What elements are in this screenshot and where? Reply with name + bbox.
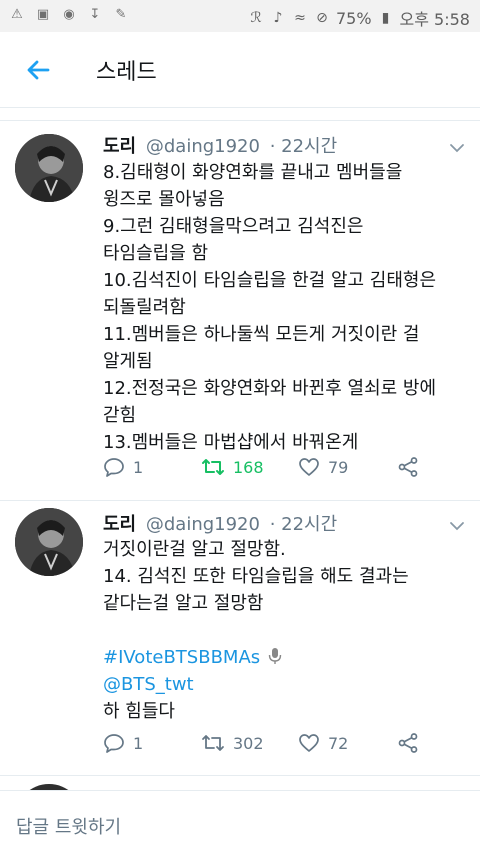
tweet-line: 갇힘: [103, 405, 137, 426]
tweet-line: 11.멤버들은 하나둘씩 모든게 거짓이란 걸: [103, 324, 420, 345]
avatar[interactable]: [15, 508, 83, 576]
mute-icon: ♪: [273, 10, 283, 26]
tweet-header: 도리 @daing1920 · 22시간: [103, 510, 337, 536]
tweet-text: 거짓이란걸 알고 절망함. 14. 김석진 또한 타임슬립을 해도 결과는 같다…: [103, 536, 468, 725]
tweet-line: 알게됨: [103, 351, 153, 372]
status-bar: ⚠ ▣ ◉ ↧ ✎ ℛ ♪ ≈ ⊘ 75% ▮ 오후 5:58: [0, 0, 480, 32]
tweet-line: 같다는걸 알고 절망함: [103, 593, 264, 614]
system-icons: ℛ ♪ ≈ ⊘ 75% ▮ 오후 5:58: [248, 6, 470, 30]
microphone-emoji-icon: [268, 648, 282, 664]
like-button[interactable]: 79: [298, 456, 348, 478]
tweet-line: 13.멤버들은 마법샵에서 바꿔온게: [103, 432, 359, 453]
tweet-line: 9.그런 김태형을막으려고 김석진은: [103, 216, 364, 237]
notification-icons: ⚠ ▣ ◉ ↧ ✎: [8, 6, 130, 24]
share-button[interactable]: [397, 732, 427, 754]
tweet-line: 12.전정국은 화양연화와 바뀐후 열쇠로 방에: [103, 378, 437, 399]
tweet-menu-button[interactable]: [447, 518, 467, 532]
reply-button[interactable]: 1: [103, 732, 143, 754]
tweet[interactable]: 도리 @daing1920 · 22시간 거짓이란걸 알고 절망함. 14. 김…: [0, 500, 480, 780]
battery-percent: 75%: [335, 8, 372, 28]
tweet-text: 8.김태형이 화양연화를 끝내고 멤버들을 윙즈로 몰아넣음 9.그런 김태형을…: [103, 159, 468, 456]
retweet-button[interactable]: 302: [201, 732, 264, 754]
hashtag-line: #IVoteBTSBBMAs: [103, 644, 468, 671]
battery-icon: ▮: [381, 10, 390, 26]
share-button[interactable]: [397, 456, 427, 478]
tweet-line: 8.김태형이 화양연화를 끝내고 멤버들을: [103, 162, 403, 183]
divider: [0, 775, 480, 776]
tweet-line: 14. 김석진 또한 타임슬립을 해도 결과는: [103, 566, 409, 587]
timestamp: · 22시간: [269, 136, 338, 157]
tweet-actions: 1 302 72: [103, 732, 443, 756]
reply-bar: 답글 트윗하기: [0, 790, 480, 853]
tweet-line: 윙즈로 몰아넣음: [103, 189, 225, 210]
tweet-line: 하 힘들다: [103, 701, 175, 722]
gallery-icon: ▣: [36, 7, 50, 22]
handle[interactable]: @daing1920: [146, 136, 260, 157]
tweet-header: 도리 @daing1920 · 22시간: [103, 132, 337, 158]
retweet-icon: [202, 735, 224, 751]
share-icon: [398, 733, 418, 753]
chevron-down-icon: [450, 522, 464, 531]
reply-button[interactable]: 1: [103, 456, 143, 478]
arrow-left-icon: [27, 60, 50, 80]
retweet-icon: [202, 459, 224, 475]
retweet-count: 168: [233, 457, 264, 477]
bluetooth-icon: ℛ: [250, 10, 262, 26]
handle[interactable]: @daing1920: [146, 514, 260, 535]
heart-icon: [299, 458, 319, 476]
app-header: 스레드: [0, 32, 480, 108]
hashtag-link[interactable]: #IVoteBTSBBMAs: [103, 647, 260, 668]
like-count: 79: [328, 457, 349, 477]
tweet-line: 10.김석진이 타임슬립을 한걸 알고 김태형은: [103, 270, 437, 291]
tweet-menu-button[interactable]: [447, 140, 467, 154]
reply-count: 1: [133, 457, 144, 477]
page-title: 스레드: [96, 60, 157, 85]
mention-line: @BTS_twt: [103, 671, 468, 698]
display-name[interactable]: 도리: [103, 514, 136, 535]
avatar-photo-icon: [15, 508, 83, 576]
cleaner-icon: ✎: [115, 7, 127, 22]
do-not-disturb-icon: ⊘: [316, 10, 328, 26]
like-button[interactable]: 72: [298, 732, 348, 754]
avatar-photo-icon: [15, 134, 83, 202]
reply-input[interactable]: 답글 트윗하기: [16, 813, 121, 839]
download-icon: ↧: [89, 7, 101, 22]
like-count: 72: [328, 733, 349, 753]
tweet-line: 되돌릴려함: [103, 297, 186, 318]
tweet-actions: 1 168 79: [103, 456, 443, 480]
talk-icon: ◉: [63, 7, 75, 22]
tweet[interactable]: 도리 @daing1920 · 22시간 8.김태형이 화양연화를 끝내고 멤버…: [0, 120, 480, 508]
avatar[interactable]: [15, 134, 83, 202]
chevron-down-icon: [450, 144, 464, 153]
reply-count: 1: [133, 733, 144, 753]
timestamp: · 22시간: [269, 514, 338, 535]
wifi-icon: ≈: [294, 10, 306, 26]
clock: 오후 5:58: [399, 10, 470, 29]
reply-icon: [104, 734, 124, 753]
mention-link[interactable]: @BTS_twt: [103, 674, 194, 695]
heart-icon: [299, 734, 319, 752]
tweet-line: 거짓이란걸 알고 절망함.: [103, 539, 286, 560]
retweet-count: 302: [233, 733, 264, 753]
tweet-line: 타임슬립을 함: [103, 243, 209, 264]
back-button[interactable]: [22, 54, 54, 86]
reply-icon: [104, 458, 124, 477]
share-icon: [398, 457, 418, 477]
display-name[interactable]: 도리: [103, 136, 136, 157]
retweet-button[interactable]: 168: [201, 456, 264, 478]
alert-icon: ⚠: [11, 7, 23, 22]
